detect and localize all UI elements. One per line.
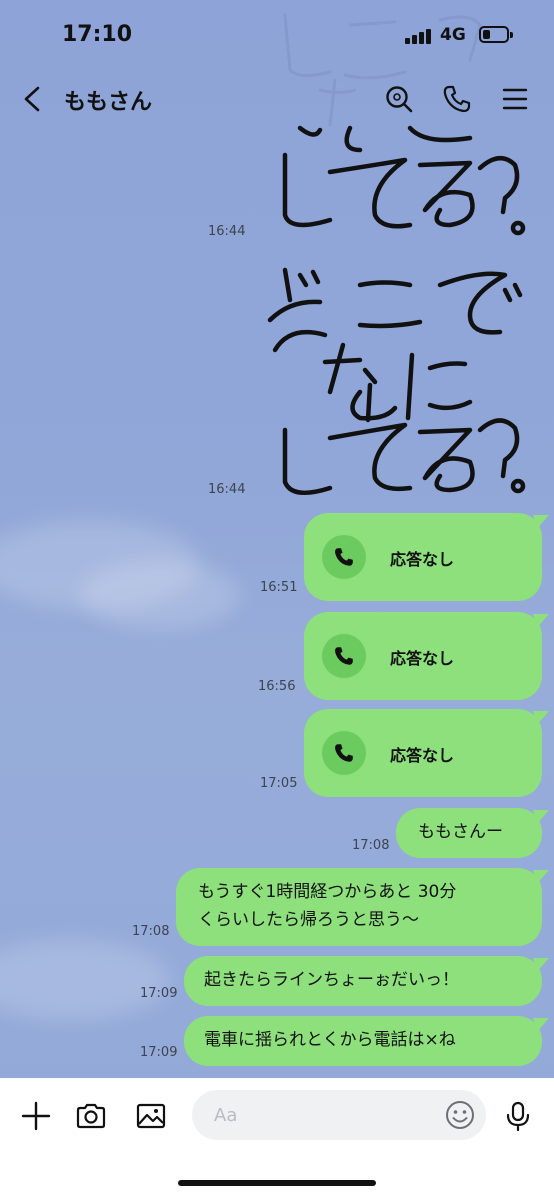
- cloud-decoration: [80, 560, 240, 630]
- cloud-decoration: [0, 940, 170, 1020]
- chat-title: ももさん: [64, 90, 153, 115]
- message-text: もうすぐ1時間経つからあと 30分: [198, 882, 457, 902]
- message-time: 17:09: [140, 1045, 178, 1060]
- call-status: 応答なし: [390, 746, 455, 765]
- message-text: 電車に揺られとくから電話は×ね: [204, 1030, 456, 1050]
- network-type: 4G: [440, 25, 466, 45]
- signal-icon: [405, 28, 435, 44]
- back-icon[interactable]: [18, 84, 48, 114]
- call-message-bubble[interactable]: 応答なし: [304, 513, 549, 601]
- plus-icon[interactable]: [20, 1100, 52, 1132]
- background-handwriting: [283, 13, 482, 127]
- phone-icon: [322, 731, 366, 775]
- message-time: 17:08: [352, 838, 390, 853]
- text-message-bubble[interactable]: もうすぐ1時間経つからあと 30分 くらいしたら帰ろうと思う〜: [176, 868, 549, 946]
- message-time: 17:09: [140, 986, 178, 1001]
- phone-icon: [322, 634, 366, 678]
- text-message-bubble[interactable]: ももさんー: [396, 808, 549, 858]
- message-text: くらいしたら帰ろうと思う〜: [198, 910, 419, 930]
- search-icon[interactable]: [384, 84, 414, 114]
- status-time: 17:10: [62, 22, 133, 47]
- message-time: 17:05: [260, 776, 298, 791]
- camera-icon[interactable]: [75, 1100, 107, 1132]
- call-message-bubble[interactable]: 応答なし: [304, 612, 549, 700]
- call-status: 応答なし: [390, 649, 455, 668]
- message-time: 16:44: [208, 224, 246, 239]
- text-message-bubble[interactable]: 起きたらラインちょーぉだいっ！: [184, 956, 549, 1006]
- handwritten-message-1[interactable]: [0, 0, 554, 520]
- menu-icon[interactable]: [500, 84, 530, 114]
- message-time: 16:44: [208, 482, 246, 497]
- message-time: 17:08: [132, 924, 170, 939]
- phone-icon: [322, 535, 366, 579]
- home-indicator[interactable]: [178, 1180, 376, 1186]
- message-time: 16:51: [260, 580, 298, 595]
- call-message-bubble[interactable]: 応答なし: [304, 709, 549, 797]
- handwritten-message-2[interactable]: [0, 0, 554, 520]
- message-input[interactable]: [192, 1090, 486, 1140]
- message-time: 16:56: [258, 679, 296, 694]
- call-status: 応答なし: [390, 550, 455, 569]
- battery-icon: [479, 26, 513, 43]
- chat-screen: 17:10 4G ももさん 16:44 16:44 応答なし 16:51 応答な…: [0, 0, 554, 1200]
- mic-icon[interactable]: [502, 1100, 534, 1132]
- text-message-bubble[interactable]: 電車に揺られとくから電話は×ね: [184, 1016, 549, 1066]
- message-text: ももさんー: [418, 822, 503, 842]
- message-text: 起きたらラインちょーぉだいっ！: [204, 970, 459, 990]
- image-icon[interactable]: [135, 1100, 167, 1132]
- emoji-icon[interactable]: [444, 1099, 476, 1131]
- phone-icon[interactable]: [442, 84, 472, 114]
